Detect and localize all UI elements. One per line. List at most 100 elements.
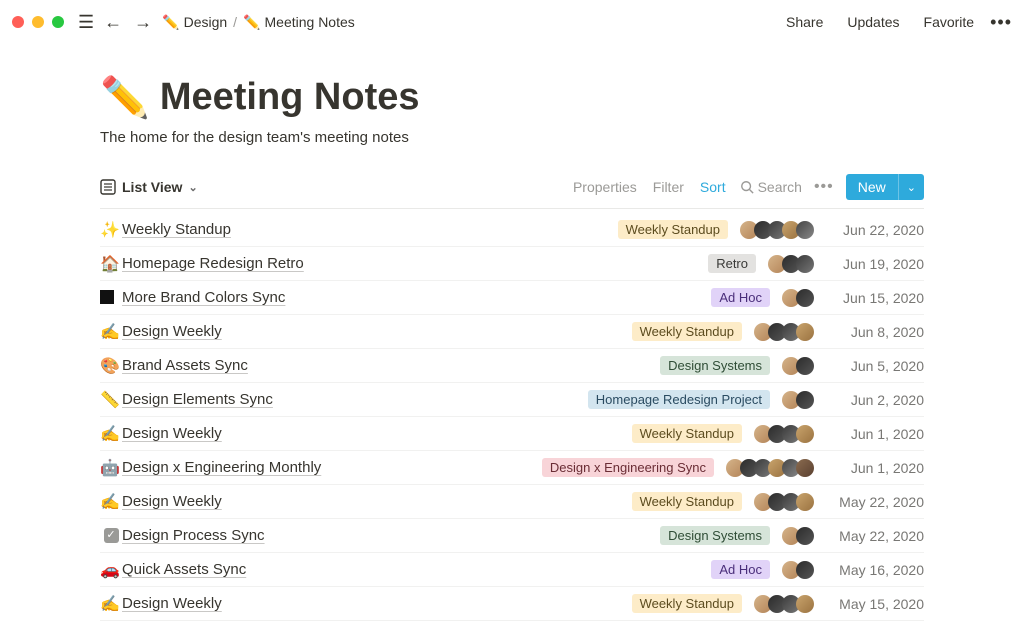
avatar-icon [796, 595, 814, 613]
row-emoji-icon: ✍️ [100, 424, 122, 444]
breadcrumb-label: Design [184, 14, 228, 30]
row-date: Jun 8, 2020 [828, 324, 924, 340]
table-row[interactable]: 🚗Quick Assets SyncAd HocMay 16, 2020 [100, 553, 924, 587]
row-emoji-icon: 🤖 [100, 458, 122, 478]
row-tag: Design Systems [660, 356, 770, 375]
row-date: Jun 19, 2020 [828, 256, 924, 272]
row-title: Design Weekly [122, 595, 222, 612]
row-date: Jun 5, 2020 [828, 358, 924, 374]
row-tag: Weekly Standup [632, 492, 742, 511]
table-row[interactable]: ✍️Design WeeklyWeekly StandupMay 15, 202… [100, 587, 924, 621]
sort-button[interactable]: Sort [692, 179, 734, 195]
new-button-dropdown[interactable]: ⌄ [898, 174, 924, 200]
row-emoji-icon: 📏 [100, 390, 122, 410]
table-row[interactable]: 🎨Brand Assets SyncDesign SystemsJun 5, 2… [100, 349, 924, 383]
row-emoji-icon: ✍️ [100, 594, 122, 614]
table-row[interactable]: ✓Design Process SyncDesign SystemsMay 22… [100, 519, 924, 553]
breadcrumb-separator: / [233, 14, 237, 30]
avatar-icon [796, 425, 814, 443]
nav-back-button[interactable]: ← [102, 12, 124, 33]
row-date: Jun 1, 2020 [828, 426, 924, 442]
more-menu-icon[interactable]: ••• [990, 12, 1012, 33]
database-toolbar: List View ⌄ Properties Filter Sort Searc… [100, 174, 924, 209]
row-date: Jun 15, 2020 [828, 290, 924, 306]
table-row[interactable]: 🏠Homepage Redesign RetroRetroJun 19, 202… [100, 247, 924, 281]
row-date: Jun 22, 2020 [828, 222, 924, 238]
chevron-down-icon: ⌄ [188, 181, 197, 194]
avatar-icon [796, 357, 814, 375]
search-label: Search [758, 179, 802, 195]
row-title: Design Elements Sync [122, 391, 273, 408]
row-tag: Weekly Standup [632, 594, 742, 613]
view-switcher[interactable]: List View ⌄ [100, 179, 198, 195]
search-icon [740, 180, 754, 194]
row-participants [754, 323, 814, 341]
row-emoji-icon: ✍️ [100, 322, 122, 342]
avatar-icon [796, 323, 814, 341]
breadcrumb-item-design[interactable]: ✏️ Design [162, 14, 227, 31]
sidebar-toggle-icon[interactable]: ☰ [78, 12, 94, 33]
row-tag: Homepage Redesign Project [588, 390, 770, 409]
avatar-icon [796, 255, 814, 273]
row-participants [782, 289, 814, 307]
page-body: ✏️ Meeting Notes The home for the design… [0, 44, 1024, 621]
new-button[interactable]: New [846, 174, 898, 200]
minimize-window-button[interactable] [32, 16, 44, 28]
avatar-icon [796, 493, 814, 511]
properties-button[interactable]: Properties [565, 179, 645, 195]
share-button[interactable]: Share [778, 14, 831, 30]
page-title[interactable]: Meeting Notes [160, 76, 420, 119]
maximize-window-button[interactable] [52, 16, 64, 28]
row-emoji-icon: ✨ [100, 220, 122, 240]
avatar-icon [796, 289, 814, 307]
page-subtitle[interactable]: The home for the design team's meeting n… [100, 129, 924, 146]
row-participants [782, 357, 814, 375]
row-participants [726, 459, 814, 477]
page-header: ✏️ Meeting Notes [100, 74, 924, 121]
row-title: Design Process Sync [122, 527, 265, 544]
favorite-button[interactable]: Favorite [916, 14, 983, 30]
window-top-bar: ☰ ← → ✏️ Design / ✏️ Meeting Notes Share… [0, 0, 1024, 44]
updates-button[interactable]: Updates [839, 14, 907, 30]
list-view-icon [100, 179, 116, 195]
table-row[interactable]: ✍️Design WeeklyWeekly StandupMay 22, 202… [100, 485, 924, 519]
black-square-icon [100, 289, 122, 307]
table-row[interactable]: 📏Design Elements Sync Homepage Redesign P… [100, 383, 924, 417]
row-participants [782, 391, 814, 409]
database-rows: ✨Weekly StandupWeekly StandupJun 22, 202… [100, 213, 924, 621]
nav-forward-button[interactable]: → [132, 12, 154, 33]
row-emoji-icon: 🏠 [100, 254, 122, 274]
table-row[interactable]: 🤖Design x Engineering MonthlyDesign x En… [100, 451, 924, 485]
breadcrumb-item-meeting-notes[interactable]: ✏️ Meeting Notes [243, 14, 355, 31]
row-title: Design Weekly [122, 493, 222, 510]
view-label: List View [122, 179, 182, 195]
row-title: Weekly Standup [122, 221, 231, 238]
new-button-group: New ⌄ [846, 174, 924, 200]
table-row[interactable]: ✍️Design Weekly Weekly Standup Jun 8, 2020 [100, 315, 924, 349]
row-tag: Ad Hoc [711, 288, 770, 307]
avatar-icon [796, 527, 814, 545]
row-title: Design x Engineering Monthly [122, 459, 321, 476]
filter-button[interactable]: Filter [645, 179, 692, 195]
page-icon[interactable]: ✏️ [100, 74, 150, 121]
row-participants [768, 255, 814, 273]
close-window-button[interactable] [12, 16, 24, 28]
avatar-icon [796, 561, 814, 579]
row-date: May 22, 2020 [828, 528, 924, 544]
row-date: May 22, 2020 [828, 494, 924, 510]
table-row[interactable]: ✍️Design WeeklyWeekly StandupJun 1, 2020 [100, 417, 924, 451]
avatar-icon [796, 221, 814, 239]
avatar-icon [796, 391, 814, 409]
table-row[interactable]: More Brand Colors SyncAd HocJun 15, 2020 [100, 281, 924, 315]
row-title: Homepage Redesign Retro [122, 255, 304, 272]
table-row[interactable]: ✨Weekly StandupWeekly StandupJun 22, 202… [100, 213, 924, 247]
row-tag: Ad Hoc [711, 560, 770, 579]
db-more-icon[interactable]: ••• [808, 178, 840, 196]
search-button[interactable]: Search [734, 179, 808, 195]
row-date: May 16, 2020 [828, 562, 924, 578]
row-title: Design Weekly [122, 323, 222, 340]
row-title: Quick Assets Sync [122, 561, 246, 578]
row-tag: Weekly Standup [632, 322, 742, 341]
row-tag: Design Systems [660, 526, 770, 545]
row-participants [782, 527, 814, 545]
